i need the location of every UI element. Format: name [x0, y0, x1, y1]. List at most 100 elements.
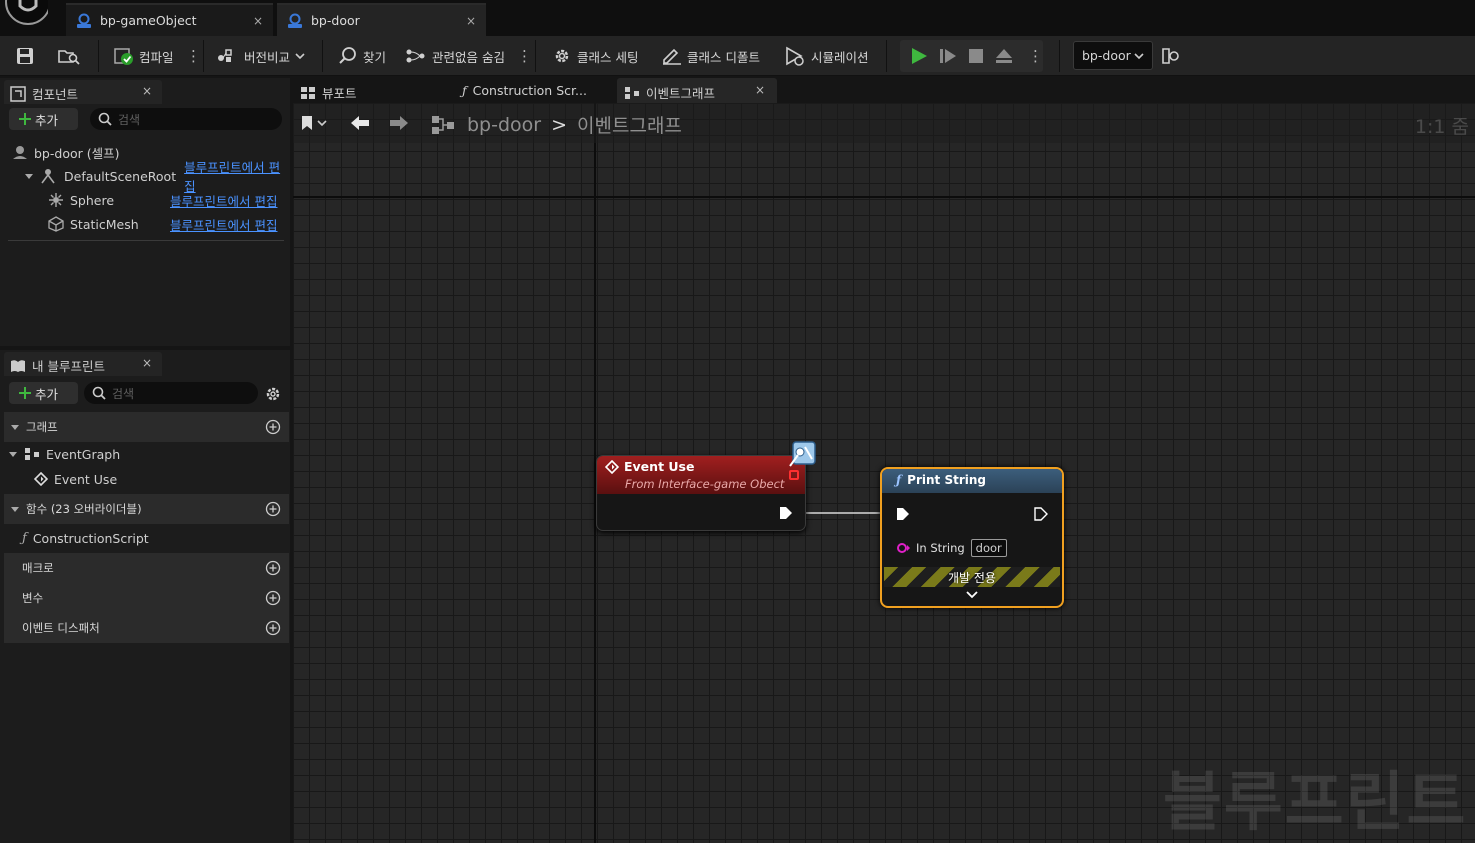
save-button[interactable] — [16, 36, 34, 76]
my-blueprint-tab[interactable]: 내 블루프린트 × — [4, 352, 162, 376]
string-pin[interactable] — [896, 542, 910, 554]
add-member-button[interactable]: 추가 — [9, 382, 78, 404]
my-blueprint-tab-label: 내 블루프린트 — [32, 359, 105, 374]
components-tab-label: 컴포넌트 — [32, 87, 79, 102]
print-string-node[interactable]: ƒ Print String In String door 개발 전용 — [880, 467, 1064, 608]
gear-icon — [552, 46, 572, 66]
hide-unrelated-button[interactable]: 관련없음 숨김 — [405, 36, 505, 76]
toolbar-separator — [886, 40, 887, 72]
component-row-sphere[interactable]: Sphere 블루프린트에서 편집 — [48, 188, 284, 212]
tab-construction-script[interactable]: ƒ Construction Scr... — [462, 83, 587, 98]
debug-filter-button[interactable] — [1161, 36, 1181, 76]
component-row-staticmesh[interactable]: StaticMesh 블루프린트에서 편집 — [48, 212, 284, 236]
close-icon[interactable]: × — [142, 84, 152, 98]
development-only-label: 개발 전용 — [948, 571, 996, 585]
close-icon[interactable]: × — [253, 14, 263, 28]
add-component-button[interactable]: 추가 — [9, 108, 78, 130]
in-string-value-input[interactable]: door — [970, 539, 1007, 557]
compile-options-button[interactable]: ⋮ — [186, 36, 201, 76]
tree-item-label: EventGraph — [46, 446, 121, 462]
my-blueprint-panel: 내 블루프린트 × 추가 검색 그래프 EventGraph Event Use… — [0, 350, 290, 843]
debug-object-select[interactable]: bp-door — [1073, 41, 1153, 70]
plus-icon — [19, 387, 31, 399]
actor-icon — [12, 144, 28, 160]
expand-chevron-icon[interactable] — [966, 590, 978, 600]
class-settings-button[interactable]: 클래스 세팅 — [552, 36, 638, 76]
tree-item-eventgraph[interactable]: EventGraph — [8, 442, 120, 466]
tree-item-event-use[interactable]: Event Use — [34, 467, 117, 491]
eject-button[interactable] — [994, 36, 1014, 76]
components-tab[interactable]: 컴포넌트 × — [4, 80, 162, 104]
tab-label: 이벤트그래프 — [646, 86, 716, 101]
tab-event-graph[interactable]: 이벤트그래프 × — [617, 78, 777, 103]
event-graph-icon — [624, 86, 640, 100]
tree-item-label: ConstructionScript — [32, 530, 149, 546]
edit-in-blueprint-link[interactable]: 블루프린트에서 편집 — [170, 215, 277, 234]
tab-event-graph-inner: 이벤트그래프 — [624, 83, 715, 102]
toolbar-separator — [203, 40, 204, 72]
static-mesh-icon — [48, 216, 64, 232]
component-self[interactable]: bp-door (셀프) — [12, 140, 119, 164]
exec-out-pin[interactable] — [1034, 507, 1048, 521]
delegate-pin[interactable] — [789, 470, 799, 480]
edit-in-blueprint-link[interactable]: 블루프린트에서 편집 — [170, 191, 277, 210]
debug-object-value: bp-door — [1082, 48, 1131, 63]
hide-unrelated-options-button[interactable]: ⋮ — [517, 36, 532, 76]
add-circle-icon[interactable] — [265, 501, 281, 517]
class-settings-label: 클래스 세팅 — [577, 49, 639, 65]
exec-out-pin[interactable] — [779, 506, 793, 520]
find-button[interactable]: 찾기 — [338, 36, 386, 76]
component-row-defaultsceneroot[interactable]: DefaultSceneRoot 블루프린트에서 편집 — [24, 160, 286, 194]
compile-button[interactable]: 컴파일 — [114, 36, 174, 76]
my-blueprint-search-input[interactable]: 검색 — [84, 382, 258, 404]
add-circle-icon[interactable] — [265, 560, 281, 576]
simulation-icon — [784, 46, 806, 66]
diff-button[interactable]: 버전비교 — [217, 36, 305, 76]
play-options-button[interactable]: ⋮ — [1028, 36, 1043, 76]
add-circle-icon[interactable] — [265, 590, 281, 606]
component-search-input[interactable]: 검색 — [90, 108, 282, 130]
category-functions[interactable]: 함수 (23 오버라이더블) — [4, 494, 289, 524]
blueprint-icon — [76, 13, 92, 29]
category-variables[interactable]: 변수 — [4, 583, 289, 613]
graph-canvas[interactable]: bp-door > 이벤트그래프 1:1 줌 Event Use From In… — [293, 103, 1475, 843]
simulation-button[interactable]: 시뮬레이션 — [784, 36, 869, 76]
event-use-node[interactable]: Event Use From Interface-game Obect — [596, 455, 806, 531]
settings-gear-button[interactable] — [264, 385, 282, 403]
category-graphs[interactable]: 그래프 — [4, 412, 289, 442]
main-toolbar: 컴파일 ⋮ 버전비교 찾기 관련없음 숨김 ⋮ 클래스 세팅 클래스 디폴트 시… — [0, 36, 1475, 76]
close-icon[interactable]: × — [466, 14, 476, 28]
add-circle-icon[interactable] — [265, 620, 281, 636]
component-name: DefaultSceneRoot — [64, 168, 177, 184]
chevron-down-icon — [295, 51, 305, 61]
exec-in-pin[interactable] — [896, 507, 910, 521]
category-label: 그래프 — [26, 420, 58, 434]
interface-icon — [789, 441, 817, 467]
tab-viewport[interactable]: 뷰포트 — [300, 83, 357, 102]
stop-button[interactable] — [967, 36, 985, 76]
step-button[interactable] — [938, 36, 958, 76]
category-event-dispatchers[interactable]: 이벤트 디스패처 — [4, 613, 289, 643]
browse-button[interactable] — [58, 36, 80, 76]
component-name: Sphere — [70, 192, 115, 208]
close-icon[interactable]: × — [142, 356, 152, 370]
category-macros[interactable]: 매크로 — [4, 553, 289, 583]
unreal-logo[interactable] — [4, 0, 48, 28]
pin-label: In String — [916, 541, 965, 555]
tree-item-label: Event Use — [54, 471, 118, 487]
category-label: 함수 (23 오버라이더블) — [26, 502, 142, 516]
tree-item-construction-script[interactable]: ƒ ConstructionScript — [22, 526, 149, 550]
close-icon[interactable]: × — [755, 83, 765, 97]
components-icon — [10, 85, 26, 102]
divider — [8, 240, 284, 241]
my-blueprint-tab-inner: 내 블루프린트 — [10, 356, 105, 375]
doc-tab-bp-gameobject[interactable]: bp-gameObject × — [66, 3, 273, 36]
diff-label: 버전비교 — [244, 49, 291, 65]
play-button[interactable] — [909, 36, 929, 76]
print-node-title: Print String — [907, 473, 986, 487]
doc-tab-bp-door[interactable]: bp-door × — [277, 3, 486, 36]
add-circle-icon[interactable] — [265, 419, 281, 435]
chevron-down-icon — [24, 171, 34, 181]
debug-filter-icon — [1161, 46, 1181, 66]
class-defaults-button[interactable]: 클래스 디폴트 — [662, 36, 760, 76]
